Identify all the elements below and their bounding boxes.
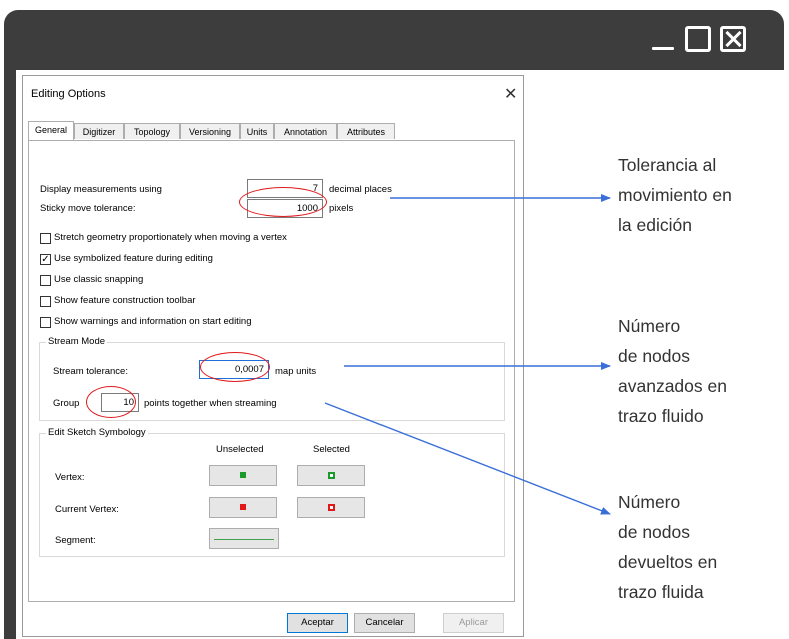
annotation-line: la edición <box>618 215 692 235</box>
annotation-line: devueltos en <box>618 552 718 572</box>
annotation-line: Número <box>618 492 681 512</box>
annotation-line: movimiento en <box>618 185 732 205</box>
sticky-annotation: Tolerancia al movimiento en la edición <box>618 150 732 240</box>
annotation-line: Número <box>618 316 681 336</box>
annotation-line: trazo fluido <box>618 406 704 426</box>
annotation-line: Tolerancia al <box>618 155 717 175</box>
annotation-line: de nodos <box>618 346 691 366</box>
group-annotation: Número de nodos devueltos en trazo fluid… <box>618 487 717 607</box>
annotation-line: trazo fluida <box>618 582 704 602</box>
group-arrow <box>324 402 611 515</box>
stream-tolerance-annotation: Número de nodos avanzados en trazo fluid… <box>618 311 727 431</box>
annotation-line: de nodos <box>618 522 691 542</box>
annotation-line: avanzados en <box>618 376 727 396</box>
